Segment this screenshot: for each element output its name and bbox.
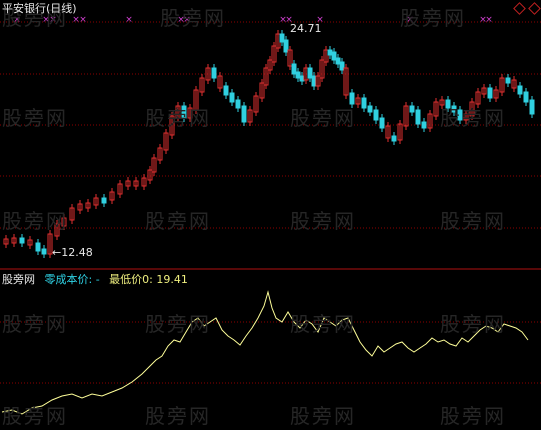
candle-body (307, 67, 313, 79)
candle-body (361, 97, 367, 109)
candle-body (391, 135, 397, 142)
candle-body (339, 61, 345, 71)
candle-body (445, 99, 451, 109)
candle-body (291, 63, 297, 75)
candle-body (327, 49, 333, 56)
candle-body (295, 71, 301, 79)
signal-marker: × (49, 15, 57, 25)
stock-chart-window: × × × × × × × × × × × × × × 股旁网 股旁网 股旁网 股旁网 股旁网 股旁网 股… (0, 0, 541, 428)
signal-marker: × (485, 15, 493, 25)
candle-body (451, 105, 457, 113)
indicator-line (1, 290, 529, 415)
candle-body (505, 77, 511, 84)
low-price-label: ←12.48 (52, 246, 93, 259)
candle-body (379, 117, 385, 129)
candle-body (523, 91, 529, 103)
candle-body (35, 242, 41, 252)
candle-body (421, 121, 427, 129)
candle-body (19, 237, 25, 244)
candle-body (299, 75, 305, 82)
candle-body (235, 99, 241, 109)
candle-body (211, 67, 217, 79)
candle-body (367, 105, 373, 113)
indicator-name[interactable]: 股旁网 (2, 273, 35, 286)
candle-body (223, 85, 229, 96)
candle-body (335, 57, 341, 65)
candle-body (41, 248, 47, 255)
candle-body (241, 105, 247, 123)
candle-body (331, 51, 337, 61)
min-price-label: 最低价0: 19.41 (109, 273, 188, 286)
low-price-value: 12.48 (61, 246, 93, 259)
candle-body (229, 92, 235, 103)
candle-body (529, 99, 535, 115)
chart-canvas[interactable]: × × × × × × ×× ×× × × ×× (0, 0, 541, 426)
candle-body (181, 105, 187, 119)
high-price-label: 24.71 (290, 22, 322, 35)
candle-body (101, 197, 107, 204)
signal-marker: × (406, 15, 414, 25)
candle-body (373, 109, 379, 121)
zero-cost-price-label: 零成本价: - (44, 273, 100, 286)
signal-marker: × (125, 15, 133, 25)
candle-body (457, 109, 463, 121)
indicator-header: 股旁网 零成本价: - 最低价0: 19.41 (2, 273, 188, 286)
candle-body (517, 85, 523, 95)
candle-body (279, 33, 285, 43)
candle-body (409, 105, 415, 113)
candle-body (311, 75, 317, 87)
candle-body (415, 109, 421, 125)
signal-marker: × (13, 15, 21, 25)
candle-body (487, 87, 493, 99)
signal-marker: × (79, 15, 87, 25)
candle-body (283, 39, 289, 53)
candle-body (349, 92, 355, 105)
signal-marker: × (183, 15, 191, 25)
chart-title: 平安银行(日线) (2, 2, 77, 15)
